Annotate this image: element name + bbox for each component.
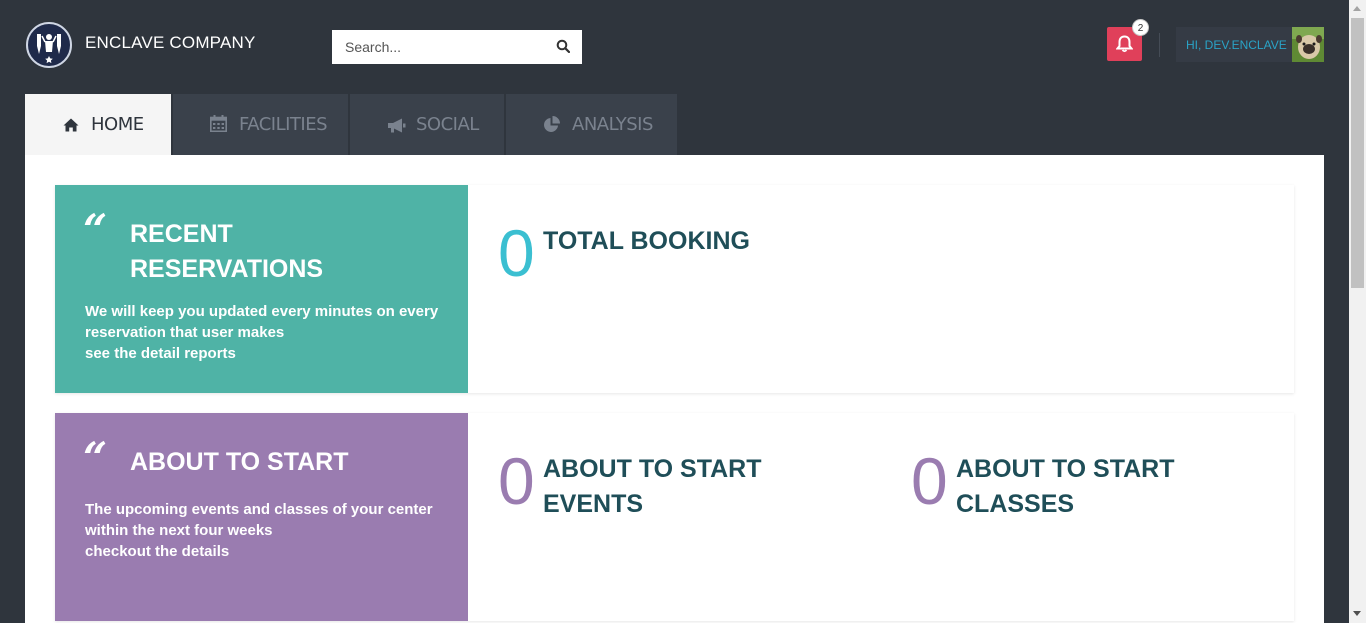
- card-description: The upcoming events and classes of your …: [85, 499, 445, 562]
- home-panel: “ RECENT RESERVATIONS We will keep you u…: [25, 155, 1324, 623]
- card-description-text: We will keep you updated every minutes o…: [85, 303, 439, 341]
- quote-icon: “: [83, 433, 108, 482]
- search-icon[interactable]: [556, 39, 571, 58]
- stat-label: ABOUT TO START CLASSES: [956, 455, 1175, 518]
- pie-chart-icon: [543, 116, 560, 138]
- bell-icon: [1116, 35, 1133, 53]
- search-input[interactable]: [343, 30, 547, 64]
- stat-value: 0: [498, 444, 535, 518]
- notification-count-badge: 2: [1132, 19, 1149, 36]
- company-logo[interactable]: [26, 22, 72, 68]
- tab-home[interactable]: HOME: [25, 94, 171, 155]
- card-title: ABOUT TO START: [130, 448, 349, 476]
- about-to-start-row: “ ABOUT TO START The upcoming events and…: [55, 413, 1294, 621]
- scroll-up-icon[interactable]: [1353, 6, 1361, 11]
- scrollbar-thumb[interactable]: [1351, 18, 1364, 288]
- user-greeting: HI, DEV.ENCLAVE: [1186, 38, 1287, 52]
- company-name[interactable]: ENCLAVE COMPANY: [85, 33, 256, 53]
- card-description-link[interactable]: checkout the details: [85, 541, 445, 562]
- quote-icon: “: [83, 205, 108, 254]
- tab-social[interactable]: SOCIAL: [350, 94, 504, 155]
- card-description-link[interactable]: see the detail reports: [85, 343, 445, 364]
- tab-facilities[interactable]: FACILITIES: [173, 94, 348, 155]
- top-bar: ENCLAVE COMPANY 2 HI, DEV.ENCLAVE: [0, 0, 1349, 94]
- card-title: RECENT RESERVATIONS: [130, 220, 324, 283]
- stat-value: 0: [498, 216, 535, 290]
- reservations-row: “ RECENT RESERVATIONS We will keep you u…: [55, 185, 1294, 393]
- megaphone-icon: [387, 117, 406, 138]
- calendar-icon: [210, 115, 227, 137]
- tab-analysis[interactable]: ANALYSIS: [506, 94, 677, 155]
- home-icon: [63, 116, 79, 137]
- recent-reservations-card[interactable]: “ RECENT RESERVATIONS We will keep you u…: [55, 185, 468, 393]
- search-box: [332, 30, 582, 64]
- tab-label: SOCIAL: [416, 114, 479, 135]
- scroll-down-icon[interactable]: [1353, 611, 1361, 616]
- card-description: We will keep you updated every minutes o…: [85, 301, 445, 364]
- tab-label: HOME: [91, 114, 144, 135]
- stat-label: TOTAL BOOKING: [543, 227, 750, 255]
- about-to-start-card[interactable]: “ ABOUT TO START The upcoming events and…: [55, 413, 468, 621]
- logo-emblem-icon: [37, 34, 61, 64]
- avatar[interactable]: [1292, 27, 1324, 62]
- header-divider: [1159, 33, 1160, 57]
- page-scrollbar[interactable]: [1349, 0, 1366, 623]
- tab-label: FACILITIES: [239, 114, 328, 135]
- stat-value: 0: [911, 444, 948, 518]
- stat-label: ABOUT TO START EVENTS: [543, 455, 762, 518]
- card-description-text: The upcoming events and classes of your …: [85, 501, 433, 539]
- tab-label: ANALYSIS: [572, 114, 653, 135]
